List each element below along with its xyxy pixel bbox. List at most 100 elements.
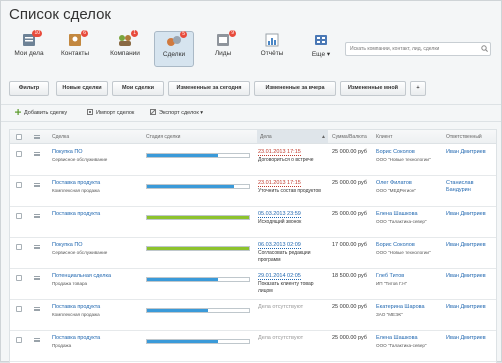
client-link[interactable]: Елена Шашкова [376, 211, 418, 217]
deal-title-link[interactable]: Поставка продукта [52, 335, 100, 341]
deal-title-link[interactable]: Поставка продукта [52, 211, 100, 217]
export-deals-button[interactable]: Экспорт сделок ▾ [150, 109, 203, 116]
stage-progress-bar[interactable] [146, 184, 250, 189]
filter-changed-today[interactable]: Измененные за сегодня [168, 81, 250, 96]
import-icon [87, 109, 93, 115]
row-checkbox[interactable] [16, 337, 22, 343]
activity-date[interactable]: 06.03.2013 02:09 [258, 242, 301, 249]
deal-amount: 25 000.00 руб [332, 180, 367, 186]
stage-progress-bar[interactable] [146, 277, 250, 282]
stage-progress-bar[interactable] [146, 308, 250, 313]
stage-progress-bar[interactable] [146, 339, 250, 344]
import-deals-button[interactable]: Импорт сделок [87, 109, 134, 116]
table-row[interactable]: Покупка ПО Сервисное обслуживание 06.03.20… [10, 238, 496, 269]
column-settings-icon[interactable] [34, 135, 40, 139]
sort-arrow-icon[interactable]: ▲ [321, 134, 326, 140]
stage-progress-bar[interactable] [146, 153, 250, 158]
table-row[interactable]: Покупка ПО Сервисное обслуживание 23.01.20… [10, 145, 496, 176]
tasks-icon: 10 [21, 30, 42, 47]
deal-title-link[interactable]: Покупка ПО [52, 149, 83, 155]
activity-date[interactable]: 29.01.2014 02:05 [258, 273, 301, 280]
client-link[interactable]: Олег Филатов [376, 180, 412, 186]
deal-amount: 18 500.00 руб [332, 273, 367, 279]
col-activities[interactable]: Дела [260, 134, 272, 140]
nav-contacts[interactable]: 6 Контакты [55, 30, 95, 67]
col-client[interactable]: Клиент [376, 134, 392, 140]
row-menu-icon[interactable] [34, 183, 40, 187]
client-link[interactable]: Екатерина Шарова [376, 304, 425, 310]
row-checkbox[interactable] [16, 151, 22, 157]
deal-type: Сервисное обслуживание [52, 250, 108, 255]
col-stage[interactable]: Стадия сделки [146, 134, 180, 140]
client-company: ИП "Титов Г.Н" [376, 281, 408, 286]
activity-date[interactable]: 23.01.2013 17:15 [258, 180, 301, 187]
activity-date[interactable]: 05.03.2013 23:59 [258, 211, 301, 218]
row-checkbox[interactable] [16, 244, 22, 250]
row-menu-icon[interactable] [34, 276, 40, 280]
activity-description: Договориться о встрече [258, 157, 314, 163]
filter-changed-yesterday[interactable]: Измененные за вчера [254, 81, 336, 96]
add-deal-button[interactable]: Добавить сделку [15, 109, 67, 116]
nav-leads[interactable]: 9 Лиды [203, 30, 243, 67]
deal-title-link[interactable]: Поставка продукта [52, 180, 100, 186]
stage-progress-bar[interactable] [146, 246, 250, 251]
add-filter-button[interactable]: + [410, 81, 426, 96]
nav-reports[interactable]: Отчёты [252, 31, 292, 67]
col-amount[interactable]: Сумма/Валюта [332, 134, 367, 140]
row-checkbox[interactable] [16, 182, 22, 188]
table-header: Сделка Стадия сделки Дела ▲ Сумма/Валюта… [10, 130, 496, 144]
deal-type: Комплексная продажа [52, 188, 100, 193]
stage-progress-bar[interactable] [146, 215, 250, 220]
row-menu-icon[interactable] [34, 214, 40, 218]
row-menu-icon[interactable] [34, 152, 40, 156]
filter-changed-by-me[interactable]: Измененные мной [340, 81, 406, 96]
filter-new-deals[interactable]: Новые сделки [56, 81, 108, 96]
responsible-link[interactable]: Иван Дмитриев [446, 273, 494, 280]
responsible-link[interactable]: Иван Дмитриев [446, 242, 494, 249]
row-checkbox[interactable] [16, 306, 22, 312]
search-icon[interactable] [481, 45, 488, 52]
plus-icon [15, 109, 21, 115]
responsible-link[interactable]: Иван Дмитриев [446, 211, 494, 218]
stage-progress-fill [147, 247, 249, 250]
responsible-link[interactable]: Иван Дмитриев [446, 304, 494, 311]
responsible-link[interactable]: Иван Дмитриев [446, 149, 494, 156]
client-link[interactable]: Борис Соколов [376, 242, 415, 248]
reports-icon [264, 33, 280, 47]
table-row[interactable]: Поставка продукта Комплексная продажа 23.0… [10, 176, 496, 207]
col-deal[interactable]: Сделка [52, 134, 69, 140]
filter-my-deals[interactable]: Мои сделки [112, 81, 164, 96]
stage-progress-fill [147, 185, 234, 188]
responsible-link[interactable]: Станислав Бандурин [446, 180, 494, 194]
col-responsible[interactable]: Ответственный [446, 134, 482, 140]
table-row[interactable]: Поставка продукта 05.03.2013 23:59 Исходящ… [10, 207, 496, 238]
row-checkbox[interactable] [16, 213, 22, 219]
activity-date[interactable]: 23.01.2013 17:15 [258, 149, 301, 156]
client-link[interactable]: Борис Соколов [376, 149, 415, 155]
nav-more[interactable]: Еще ▾ [301, 31, 341, 67]
nav-companies[interactable]: 1 Компании [105, 30, 145, 67]
row-menu-icon[interactable] [34, 338, 40, 342]
row-menu-icon[interactable] [34, 307, 40, 311]
table-row[interactable]: Поставка продукта Продажа Дела отсутствуют… [10, 331, 496, 362]
table-row[interactable]: Потенциальная сделка Продажа товара 29.01.… [10, 269, 496, 300]
nav-deals[interactable]: 5 Сделки [154, 31, 194, 67]
client-link[interactable]: Глеб Титов [376, 273, 404, 279]
row-checkbox[interactable] [16, 275, 22, 281]
client-company: ООО "МЕДРегион" [376, 188, 417, 193]
grid-icon [313, 33, 329, 47]
row-menu-icon[interactable] [34, 245, 40, 249]
deal-title-link[interactable]: Потенциальная сделка [52, 273, 111, 279]
activity-date[interactable]: Дела отсутствуют [258, 335, 303, 341]
search-input[interactable] [345, 42, 491, 56]
client-link[interactable]: Елена Шашкова [376, 335, 418, 341]
filter-button[interactable]: Фильтр [9, 81, 49, 96]
activity-description: Показать клиенту товар лицом [258, 281, 314, 294]
deal-title-link[interactable]: Покупка ПО [52, 242, 83, 248]
activity-date[interactable]: Дела отсутствуют [258, 304, 303, 310]
table-row[interactable]: Поставка продукта Комплексная продажа Дела… [10, 300, 496, 331]
nav-my-tasks[interactable]: 10 Мои дела [9, 30, 49, 67]
select-all-checkbox[interactable] [16, 134, 22, 140]
responsible-link[interactable]: Иван Дмитриев [446, 335, 494, 342]
deal-title-link[interactable]: Поставка продукта [52, 304, 100, 310]
